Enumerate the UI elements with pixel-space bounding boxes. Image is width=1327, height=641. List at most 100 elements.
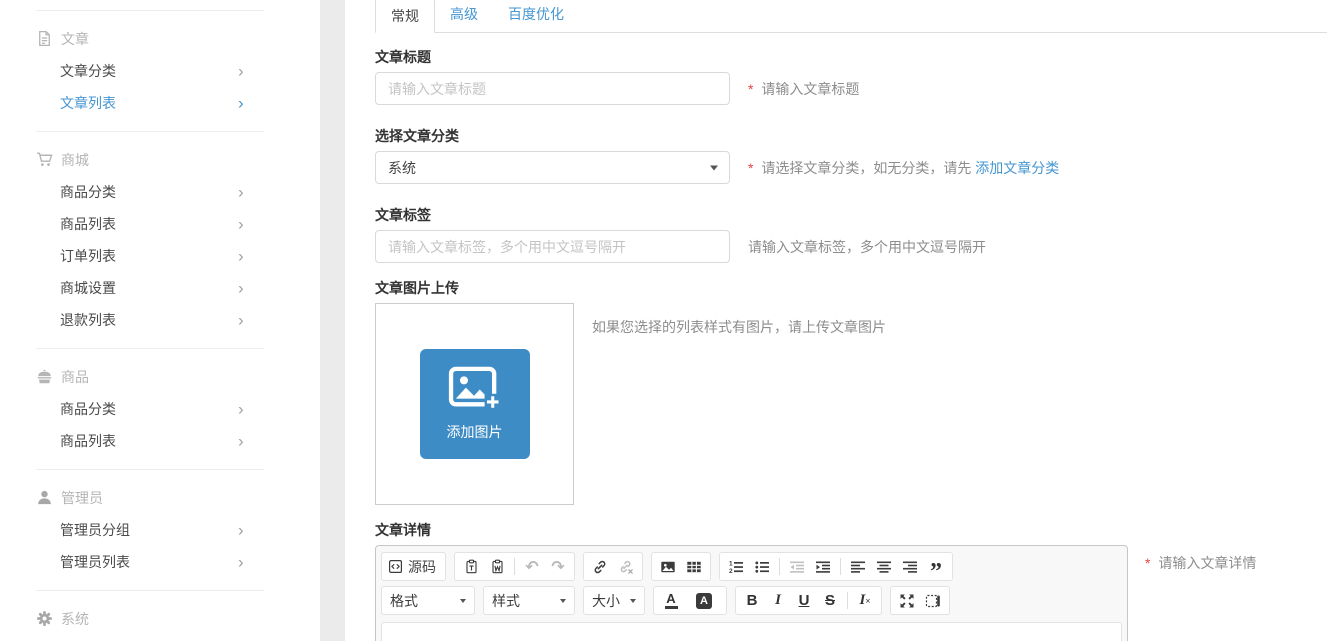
article-form: 文章标题 * 请输入文章标题 选择文章分类 系统 [345, 33, 1327, 641]
numbered-list-button[interactable]: 1 2 [723, 554, 749, 579]
sidebar-item-product-list[interactable]: 商品列表 [0, 425, 320, 457]
chevron-right-icon [238, 433, 244, 450]
rich-text-editor: 源码 [375, 545, 1128, 641]
paste-text-button[interactable] [458, 554, 484, 579]
bg-color-icon: A [696, 593, 712, 609]
sidebar-section-admin: 管理员 管理员分组 管理员列表 [0, 470, 320, 590]
chevron-right-icon [238, 63, 244, 80]
add-image-icon [448, 366, 502, 415]
bold-button[interactable]: B [739, 588, 765, 613]
caret-down-icon [710, 165, 718, 170]
editor-content-area[interactable] [381, 622, 1122, 641]
tab-general[interactable]: 常规 [375, 0, 435, 33]
sidebar: 文章 文章分类 文章列表 商城 [0, 0, 320, 641]
chevron-right-icon [238, 95, 244, 112]
remove-format-button[interactable]: I× [852, 588, 878, 613]
toolbar-group-clipboard: ↶ ↷ [454, 552, 575, 581]
field-image-upload: 文章图片上传 [375, 279, 1327, 505]
toolbar-group-insert [651, 552, 711, 581]
sidebar-item-article-category[interactable]: 文章分类 [0, 55, 320, 87]
sidebar-section-system: 系统 基本信息 [0, 591, 320, 641]
blockquote-button[interactable]: ” [923, 554, 949, 579]
sidebar-header-product[interactable]: 商品 [0, 360, 320, 393]
chevron-right-icon [238, 184, 244, 201]
sidebar-header-label: 管理员 [61, 488, 103, 508]
align-left-button[interactable] [845, 554, 871, 579]
sidebar-item-admin-list[interactable]: 管理员列表 [0, 546, 320, 578]
sidebar-header-mall[interactable]: 商城 [0, 143, 320, 176]
image-upload-label: 文章图片上传 [375, 279, 1327, 297]
sidebar-header-admin[interactable]: 管理员 [0, 481, 320, 514]
unlink-button[interactable] [613, 554, 639, 579]
chevron-right-icon [238, 216, 244, 233]
field-tags: 文章标签 请输入文章标签，多个用中文逗号隔开 [375, 206, 1327, 263]
tab-baidu-seo[interactable]: 百度优化 [493, 0, 579, 32]
toolbar-separator [514, 558, 515, 575]
underline-button[interactable]: U [791, 588, 817, 613]
text-color-icon: A [665, 593, 678, 609]
user-icon [36, 489, 53, 506]
sidebar-header-article[interactable]: 文章 [0, 22, 320, 55]
strikethrough-button[interactable]: S [817, 588, 843, 613]
align-right-button[interactable] [897, 554, 923, 579]
chevron-right-icon [238, 401, 244, 418]
paste-word-button[interactable] [484, 554, 510, 579]
basket-icon [36, 368, 53, 385]
chevron-right-icon [238, 280, 244, 297]
sidebar-item-goods-list[interactable]: 商品列表 [0, 208, 320, 240]
caret-down-icon [560, 599, 566, 603]
title-label: 文章标题 [375, 48, 1327, 66]
tags-input[interactable] [375, 230, 730, 263]
chevron-right-icon [238, 312, 244, 329]
sidebar-section-mall: 商城 商品分类 商品列表 订单列表 商城设置 退款列表 [0, 132, 320, 348]
sidebar-section-article: 文章 文章分类 文章列表 [0, 11, 320, 131]
sidebar-header-label: 文章 [61, 29, 89, 49]
sidebar-item-refund-list[interactable]: 退款列表 [0, 304, 320, 336]
format-dropdown[interactable]: 格式 [381, 586, 475, 615]
insert-table-button[interactable] [681, 554, 707, 579]
editor-toolbar-row-1: 源码 [381, 549, 1122, 583]
field-category: 选择文章分类 系统 * 请选择文章分类，如无分类，请先 添加文章分类 [375, 127, 1327, 184]
bulleted-list-button[interactable] [749, 554, 775, 579]
italic-button[interactable]: I [765, 588, 791, 613]
sidebar-item-article-list[interactable]: 文章列表 [0, 87, 320, 119]
link-button[interactable] [587, 554, 613, 579]
sidebar-item-mall-settings[interactable]: 商城设置 [0, 272, 320, 304]
main-content: 常规 高级 百度优化 文章标题 * 请输入文章标题 选择文章分类 [345, 0, 1327, 641]
sidebar-header-system[interactable]: 系统 [0, 602, 320, 635]
bg-color-button[interactable]: A [689, 588, 723, 613]
add-image-button[interactable]: 添加图片 [420, 349, 530, 459]
article-edit-page: 文章 文章分类 文章列表 商城 [0, 0, 1327, 641]
insert-image-button[interactable] [655, 554, 681, 579]
sidebar-item-product-category[interactable]: 商品分类 [0, 393, 320, 425]
styles-dropdown[interactable]: 样式 [483, 586, 575, 615]
title-hint: * 请输入文章标题 [748, 79, 859, 99]
sidebar-header-label: 系统 [61, 609, 89, 629]
image-upload-dropzone[interactable]: 添加图片 [375, 303, 574, 505]
sidebar-item-goods-category[interactable]: 商品分类 [0, 176, 320, 208]
size-dropdown[interactable]: 大小 [583, 586, 645, 615]
sidebar-section-product: 商品 商品分类 商品列表 [0, 349, 320, 469]
undo-button[interactable]: ↶ [519, 554, 545, 579]
required-asterisk: * [748, 81, 753, 97]
sidebar-item-order-list[interactable]: 订单列表 [0, 240, 320, 272]
redo-button[interactable]: ↷ [545, 554, 571, 579]
source-button[interactable]: 源码 [385, 554, 442, 579]
toolbar-group-paragraph: 1 2 [719, 552, 953, 581]
show-blocks-button[interactable] [920, 588, 946, 613]
toolbar-group-links [583, 552, 643, 581]
increase-indent-button[interactable] [810, 554, 836, 579]
toolbar-separator [779, 558, 780, 575]
svg-text:1: 1 [729, 560, 733, 567]
title-input[interactable] [375, 72, 730, 105]
text-color-button[interactable]: A [657, 588, 689, 613]
category-select[interactable]: 系统 [375, 151, 730, 184]
svg-text:2: 2 [729, 568, 733, 575]
maximize-button[interactable] [894, 588, 920, 613]
sidebar-item-basic-info[interactable]: 基本信息 [0, 635, 320, 641]
decrease-indent-button[interactable] [784, 554, 810, 579]
align-center-button[interactable] [871, 554, 897, 579]
sidebar-item-admin-group[interactable]: 管理员分组 [0, 514, 320, 546]
add-category-link[interactable]: 添加文章分类 [975, 160, 1059, 176]
tab-advanced[interactable]: 高级 [435, 0, 493, 32]
